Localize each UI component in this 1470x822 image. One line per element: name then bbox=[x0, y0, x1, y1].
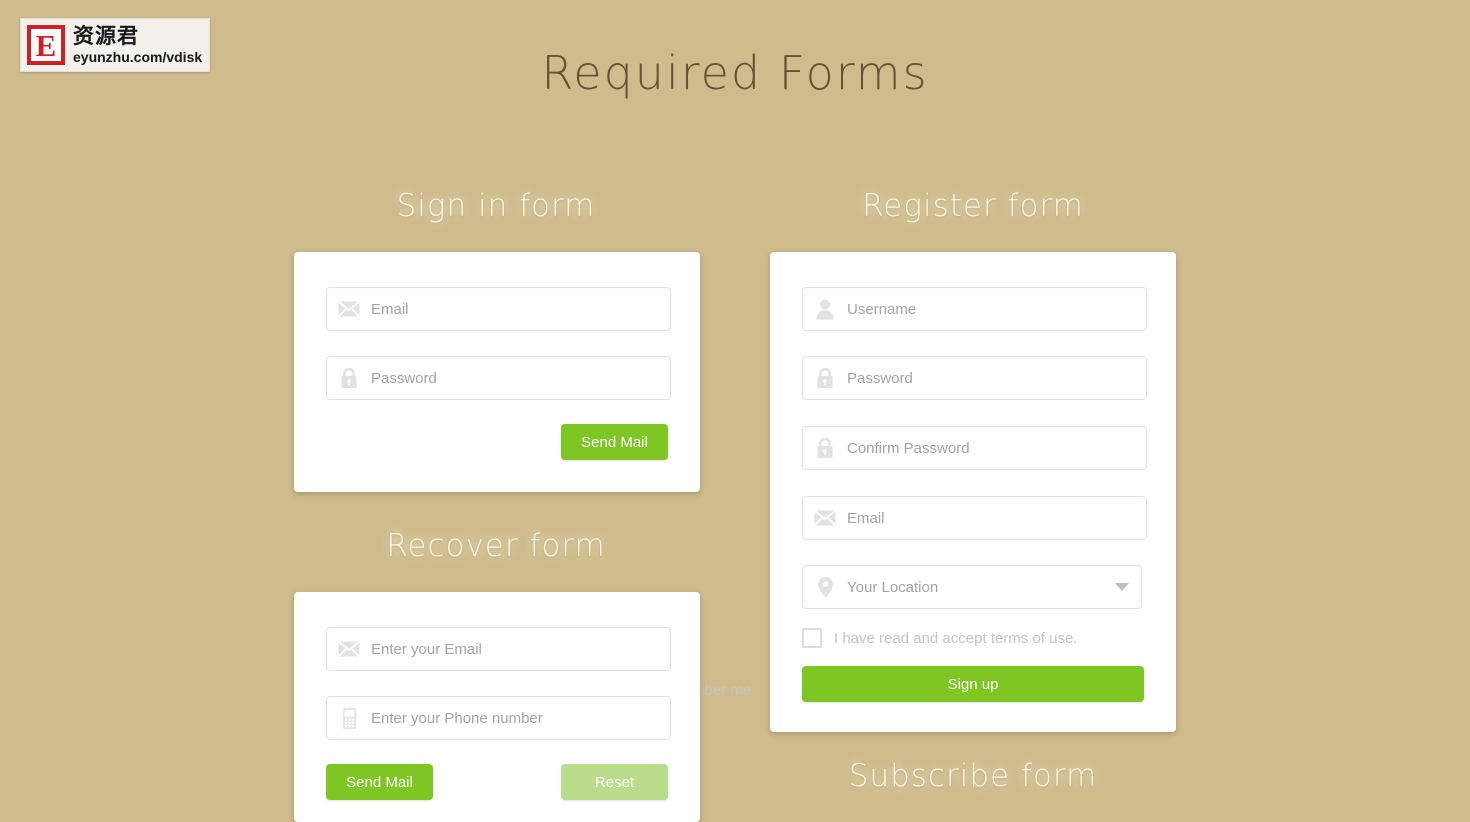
register-confirm-password-field[interactable]: Confirm Password bbox=[802, 426, 1147, 470]
recover-send-mail-label: Send Mail bbox=[346, 773, 413, 791]
page-title: Required Forms bbox=[541, 46, 929, 100]
recover-email-field[interactable]: Enter your Email bbox=[326, 627, 671, 671]
mail-icon bbox=[803, 496, 847, 540]
register-username-field[interactable]: Username bbox=[802, 287, 1147, 331]
recover-reset-button[interactable]: Reset bbox=[561, 764, 668, 800]
terms-checkbox[interactable] bbox=[802, 628, 822, 648]
recover-phone-placeholder: Enter your Phone number bbox=[371, 709, 543, 727]
chevron-down-icon[interactable] bbox=[1115, 583, 1129, 591]
terms-row[interactable]: I have read and accept terms of use. bbox=[802, 628, 1077, 648]
register-location-placeholder: Your Location bbox=[847, 578, 939, 596]
recover-send-mail-button[interactable]: Send Mail bbox=[326, 764, 433, 800]
recover-email-placeholder: Enter your Email bbox=[371, 640, 482, 658]
lock-icon bbox=[327, 356, 371, 400]
mail-icon bbox=[327, 287, 371, 331]
signin-password-placeholder: Password bbox=[371, 369, 437, 387]
register-password-field[interactable]: Password bbox=[802, 356, 1147, 400]
user-icon bbox=[803, 287, 847, 331]
terms-label: I have read and accept terms of use. bbox=[834, 629, 1078, 647]
signin-email-placeholder: Email bbox=[371, 300, 409, 318]
register-email-field[interactable]: Email bbox=[802, 496, 1147, 540]
watermark-chinese-text: 资源君 bbox=[73, 24, 139, 48]
location-pin-icon bbox=[803, 565, 847, 609]
register-location-select[interactable]: Your Location bbox=[802, 565, 1142, 609]
lock-icon bbox=[803, 356, 847, 400]
lock-icon bbox=[803, 426, 847, 470]
signin-email-field[interactable]: Email bbox=[326, 287, 671, 331]
register-confirm-password-placeholder: Confirm Password bbox=[847, 439, 970, 457]
register-email-placeholder: Email bbox=[847, 509, 885, 527]
next-section-heading: Subscribe form bbox=[848, 758, 1098, 794]
signin-send-mail-label: Send Mail bbox=[581, 433, 648, 451]
phone-icon bbox=[327, 696, 371, 740]
recover-reset-label: Reset bbox=[594, 773, 635, 791]
register-signup-button[interactable]: Sign up bbox=[802, 666, 1144, 702]
register-card: Username Password Confirm Password Email… bbox=[770, 252, 1176, 732]
signin-send-mail-button[interactable]: Send Mail bbox=[561, 424, 668, 460]
register-username-placeholder: Username bbox=[847, 300, 917, 318]
register-signup-label: Sign up bbox=[947, 675, 999, 693]
register-password-placeholder: Password bbox=[847, 369, 913, 387]
recover-phone-field[interactable]: Enter your Phone number bbox=[326, 696, 671, 740]
signin-section-heading: Sign in form bbox=[396, 188, 596, 224]
signin-password-field[interactable]: Password bbox=[326, 356, 671, 400]
mail-icon bbox=[327, 627, 371, 671]
register-section-heading: Register form bbox=[862, 188, 1084, 224]
recover-section-heading: Recover form bbox=[386, 528, 606, 564]
